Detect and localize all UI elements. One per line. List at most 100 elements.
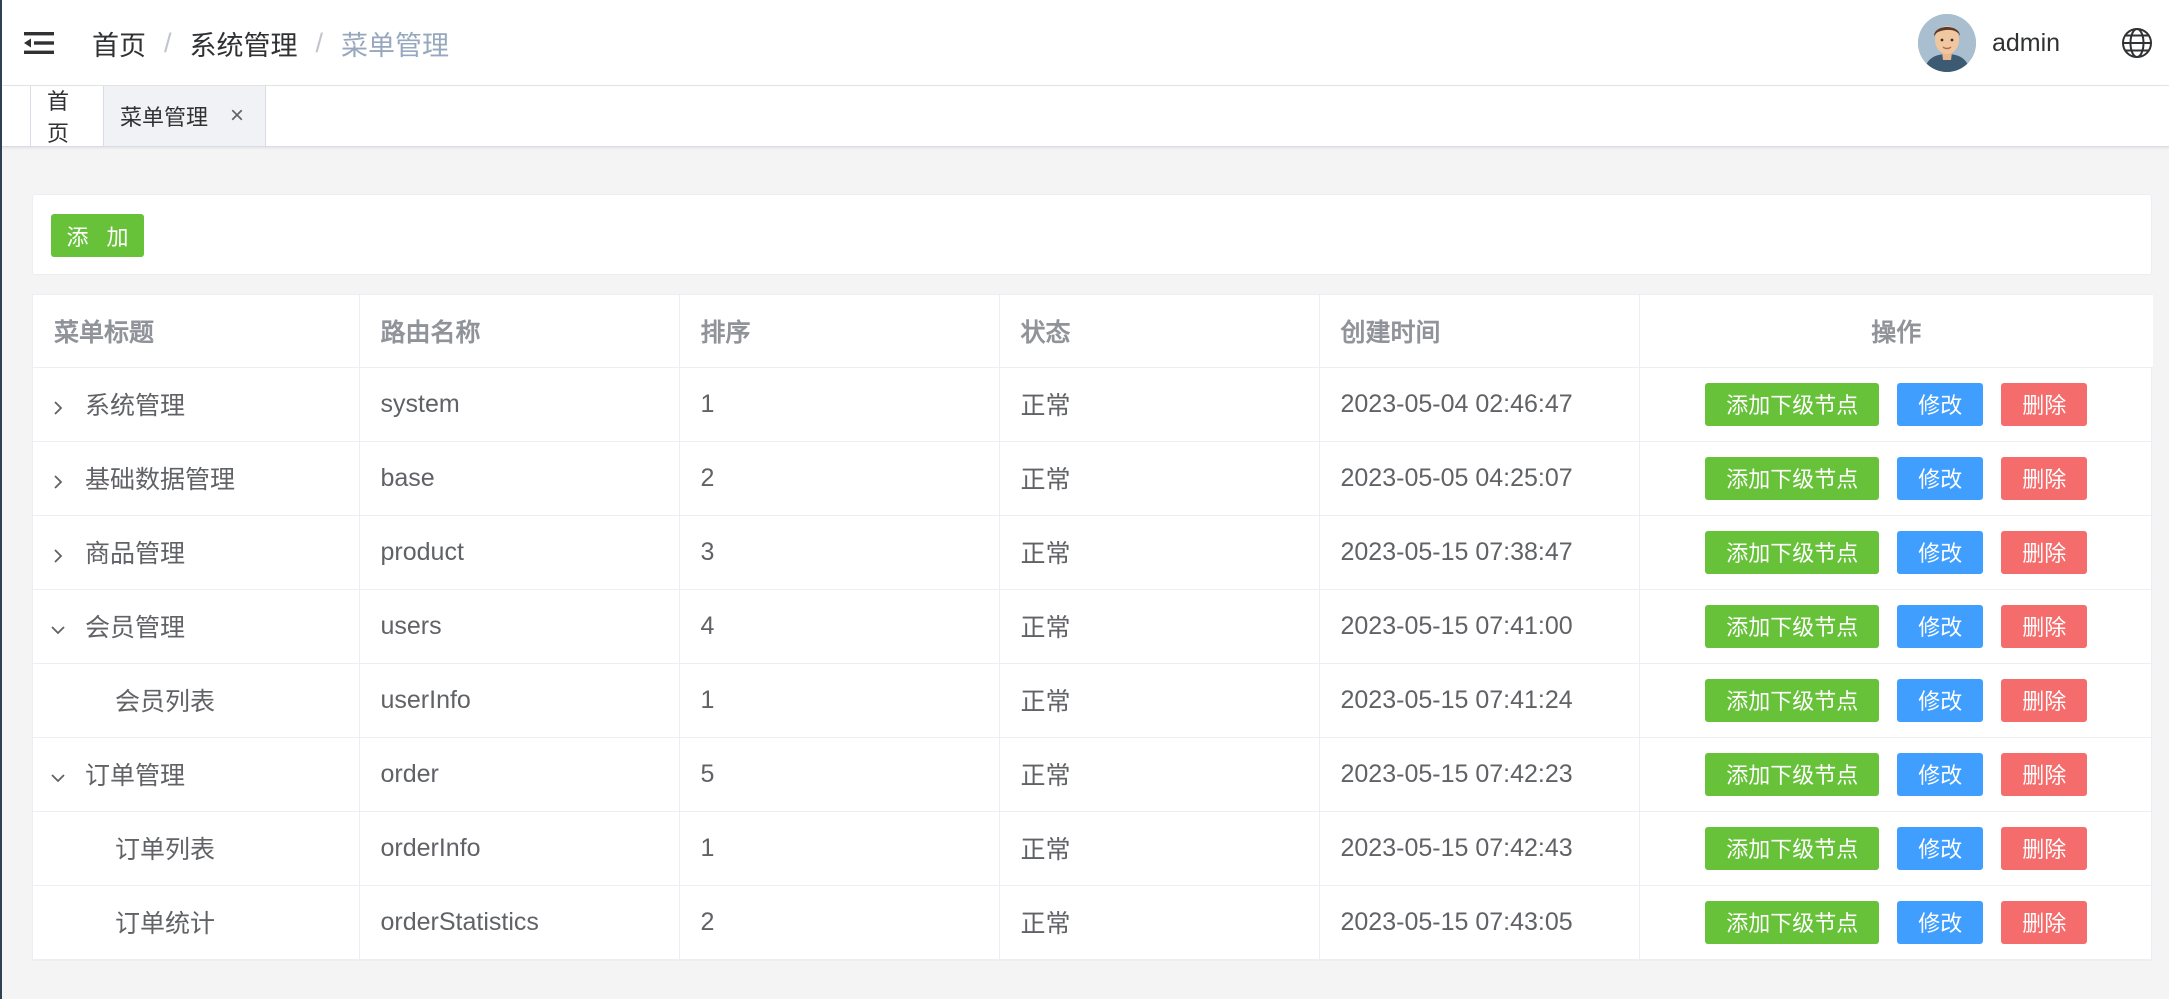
cell-route: orderStatistics bbox=[359, 885, 680, 960]
cell-status: 正常 bbox=[999, 441, 1320, 516]
cell-created: 2023-05-15 07:41:00 bbox=[1319, 589, 1640, 664]
avatar[interactable] bbox=[1918, 14, 1976, 72]
cell-status: 正常 bbox=[999, 589, 1320, 664]
edit-button[interactable]: 修改 bbox=[1897, 900, 1984, 944]
chevron-down-icon[interactable] bbox=[51, 616, 73, 642]
top-navbar: 首页 / 系统管理 / 菜单管理 admin bbox=[2, 0, 2169, 86]
edit-button[interactable]: 修改 bbox=[1897, 826, 1984, 870]
delete-button[interactable]: 删除 bbox=[2001, 826, 2088, 870]
breadcrumb-separator: / bbox=[315, 27, 324, 58]
breadcrumb-separator: / bbox=[164, 27, 172, 58]
edit-button[interactable]: 修改 bbox=[1897, 678, 1984, 722]
add-child-button[interactable]: 添加下级节点 bbox=[1705, 678, 1880, 722]
cell-order: 2 bbox=[679, 885, 1000, 960]
add-child-button[interactable]: 添加下级节点 bbox=[1705, 530, 1880, 574]
delete-button[interactable]: 删除 bbox=[2001, 530, 2088, 574]
cell-order: 2 bbox=[679, 441, 1000, 516]
tag-label: 菜单管理 bbox=[120, 105, 209, 130]
cell-route: order bbox=[359, 737, 680, 812]
add-child-button[interactable]: 添加下级节点 bbox=[1705, 900, 1880, 944]
menu-title-text: 订单管理 bbox=[85, 762, 186, 790]
breadcrumb-current: 菜单管理 bbox=[341, 30, 450, 61]
username[interactable]: admin bbox=[1992, 29, 2060, 58]
cell-title: 订单统计 bbox=[33, 885, 360, 960]
user-menu[interactable]: admin bbox=[1918, 12, 2060, 74]
cell-route: userInfo bbox=[359, 663, 680, 738]
edit-button[interactable]: 修改 bbox=[1897, 752, 1984, 796]
cell-actions: 添加下级节点 修改 删除 bbox=[1639, 441, 2153, 516]
toolbar-card: 添 加 bbox=[32, 194, 2152, 275]
column-header-title: 菜单标题 bbox=[33, 295, 360, 368]
cell-status: 正常 bbox=[999, 515, 1320, 590]
cell-route: base bbox=[359, 441, 680, 516]
menu-table: 菜单标题 路由名称 排序 状态 创建时间 操作 系统管理 system 1 正常 202… bbox=[32, 294, 2153, 961]
column-header-actions: 操作 bbox=[1639, 295, 2153, 368]
breadcrumb-home[interactable]: 首页 bbox=[92, 24, 146, 63]
cell-actions: 添加下级节点 修改 删除 bbox=[1639, 367, 2153, 442]
column-header-status: 状态 bbox=[999, 295, 1320, 368]
breadcrumb: 首页 / 系统管理 / 菜单管理 bbox=[92, 0, 449, 86]
cell-status: 正常 bbox=[999, 367, 1320, 442]
edit-button[interactable]: 修改 bbox=[1897, 456, 1984, 500]
cell-actions: 添加下级节点 修改 删除 bbox=[1639, 589, 2153, 664]
tag-menu-management[interactable]: 菜单管理 × bbox=[103, 86, 266, 146]
cell-actions: 添加下级节点 修改 删除 bbox=[1639, 811, 2153, 886]
add-child-button[interactable]: 添加下级节点 bbox=[1705, 826, 1880, 870]
hamburger-fold-icon[interactable] bbox=[24, 31, 54, 55]
breadcrumb-parent[interactable]: 系统管理 bbox=[190, 24, 298, 63]
cell-title: 系统管理 bbox=[33, 367, 360, 442]
edit-button[interactable]: 修改 bbox=[1897, 382, 1984, 426]
cell-order: 5 bbox=[679, 737, 1000, 812]
cell-status: 正常 bbox=[999, 737, 1320, 812]
cell-actions: 添加下级节点 修改 删除 bbox=[1639, 885, 2153, 960]
avatar-image bbox=[1918, 14, 1976, 72]
add-child-button[interactable]: 添加下级节点 bbox=[1705, 752, 1880, 796]
cell-title: 订单管理 bbox=[33, 737, 360, 812]
table-row: 订单管理 order 5 正常 2023-05-15 07:42:23 添加下级节点 修改删… bbox=[33, 737, 2153, 812]
cell-actions: 添加下级节点 修改 删除 bbox=[1639, 737, 2153, 812]
cell-title: 基础数据管理 bbox=[33, 441, 360, 516]
menu-title-text: 基础数据管理 bbox=[85, 466, 236, 494]
app-root: 首页 / 系统管理 / 菜单管理 admin 首页 菜单管理 × 添 加 菜单标… bbox=[0, 0, 2169, 999]
delete-button[interactable]: 删除 bbox=[2001, 604, 2088, 648]
close-icon[interactable]: × bbox=[230, 102, 244, 130]
table-row: 订单列表 orderInfo 1 正常 2023-05-15 07:42:43 添加下级节… bbox=[33, 811, 2153, 886]
cell-route: orderInfo bbox=[359, 811, 680, 886]
cell-order: 4 bbox=[679, 589, 1000, 664]
cell-created: 2023-05-05 04:25:07 bbox=[1319, 441, 1640, 516]
column-header-route: 路由名称 bbox=[359, 295, 680, 368]
globe-icon[interactable] bbox=[2120, 26, 2154, 60]
delete-button[interactable]: 删除 bbox=[2001, 456, 2088, 500]
cell-status: 正常 bbox=[999, 811, 1320, 886]
cell-created: 2023-05-15 07:42:23 bbox=[1319, 737, 1640, 812]
chevron-down-icon[interactable] bbox=[51, 764, 73, 790]
add-child-button[interactable]: 添加下级节点 bbox=[1705, 382, 1880, 426]
delete-button[interactable]: 删除 bbox=[2001, 382, 2088, 426]
cell-order: 1 bbox=[679, 811, 1000, 886]
edit-button[interactable]: 修改 bbox=[1897, 604, 1984, 648]
delete-button[interactable]: 删除 bbox=[2001, 678, 2088, 722]
chevron-right-icon[interactable] bbox=[51, 468, 73, 494]
delete-button[interactable]: 删除 bbox=[2001, 752, 2088, 796]
add-child-button[interactable]: 添加下级节点 bbox=[1705, 456, 1880, 500]
tag-home[interactable]: 首页 bbox=[30, 86, 104, 146]
chevron-right-icon[interactable] bbox=[51, 394, 73, 420]
table-body: 系统管理 system 1 正常 2023-05-04 02:46:47 添加下级节点 修改… bbox=[33, 367, 2153, 960]
delete-button[interactable]: 删除 bbox=[2001, 900, 2088, 944]
cell-created: 2023-05-15 07:42:43 bbox=[1319, 811, 1640, 886]
cell-title: 订单列表 bbox=[33, 811, 360, 886]
add-button[interactable]: 添 加 bbox=[51, 214, 144, 257]
column-header-created: 创建时间 bbox=[1319, 295, 1640, 368]
add-child-button[interactable]: 添加下级节点 bbox=[1705, 604, 1880, 648]
cell-route: users bbox=[359, 589, 680, 664]
cell-route: system bbox=[359, 367, 680, 442]
cell-created: 2023-05-15 07:38:47 bbox=[1319, 515, 1640, 590]
cell-created: 2023-05-15 07:43:05 bbox=[1319, 885, 1640, 960]
table-row: 商品管理 product 3 正常 2023-05-15 07:38:47 添加下级节点修… bbox=[33, 515, 2153, 590]
cell-created: 2023-05-15 07:41:24 bbox=[1319, 663, 1640, 738]
edit-button[interactable]: 修改 bbox=[1897, 530, 1984, 574]
cell-title: 会员管理 bbox=[33, 589, 360, 664]
chevron-right-icon[interactable] bbox=[51, 542, 73, 568]
table-header-row: 菜单标题 路由名称 排序 状态 创建时间 操作 bbox=[33, 295, 2153, 368]
cell-route: product bbox=[359, 515, 680, 590]
